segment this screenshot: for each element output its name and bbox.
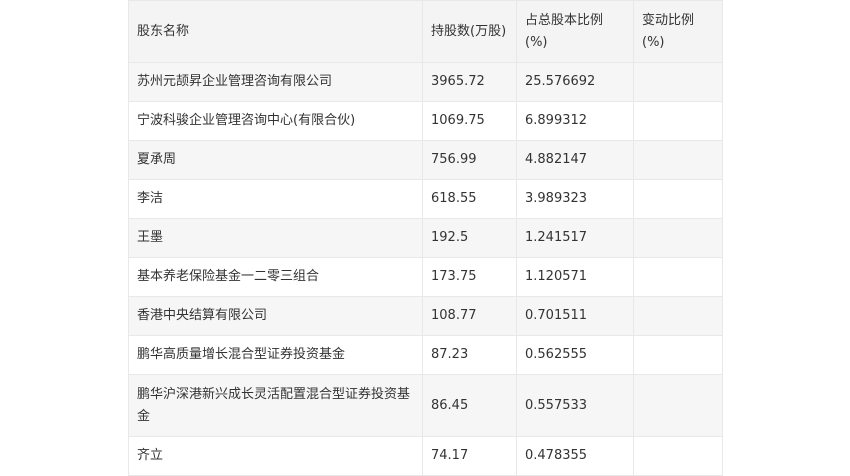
holder-ratio: 4.882147: [516, 140, 634, 180]
holder-shares: 74.17: [422, 436, 517, 476]
table-row: 王墨 192.5 1.241517: [128, 218, 723, 258]
holder-change: [633, 218, 723, 258]
holder-name: 齐立: [128, 436, 423, 476]
table-row: 苏州元颉昇企业管理咨询有限公司 3965.72 25.576692: [128, 62, 723, 102]
holder-change: [633, 62, 723, 102]
holder-name: 夏承周: [128, 140, 423, 180]
holder-name: 鹏华高质量增长混合型证券投资基金: [128, 335, 423, 375]
holder-ratio: 1.120571: [516, 257, 634, 297]
holder-change: [633, 101, 723, 141]
holder-shares: 618.55: [422, 179, 517, 219]
table-row: 基本养老保险基金一二零三组合 173.75 1.120571: [128, 257, 723, 297]
header-change: 变动比例(%): [633, 0, 723, 63]
header-ratio: 占总股本比例(%): [516, 0, 634, 63]
header-shares: 持股数(万股): [422, 0, 517, 63]
holder-shares: 756.99: [422, 140, 517, 180]
holder-ratio: 0.562555: [516, 335, 634, 375]
holder-ratio: 0.557533: [516, 374, 634, 437]
holder-ratio: 0.478355: [516, 436, 634, 476]
holder-change: [633, 335, 723, 375]
holder-name: 王墨: [128, 218, 423, 258]
holder-change: [633, 436, 723, 476]
holder-shares: 173.75: [422, 257, 517, 297]
table-row: 宁波科骏企业管理咨询中心(有限合伙) 1069.75 6.899312: [128, 101, 723, 141]
holder-shares: 1069.75: [422, 101, 517, 141]
holder-change: [633, 296, 723, 336]
holder-name: 苏州元颉昇企业管理咨询有限公司: [128, 62, 423, 102]
holder-shares: 108.77: [422, 296, 517, 336]
holder-name: 李洁: [128, 179, 423, 219]
holder-change: [633, 179, 723, 219]
header-holder-name: 股东名称: [128, 0, 423, 63]
holder-name: 基本养老保险基金一二零三组合: [128, 257, 423, 297]
table-row: 鹏华沪深港新兴成长灵活配置混合型证券投资基金 86.45 0.557533: [128, 374, 723, 437]
holder-name: 宁波科骏企业管理咨询中心(有限合伙): [128, 101, 423, 141]
holder-change: [633, 140, 723, 180]
holder-ratio: 1.241517: [516, 218, 634, 258]
table-row: 夏承周 756.99 4.882147: [128, 140, 723, 180]
table-row: 李洁 618.55 3.989323: [128, 179, 723, 219]
table-row: 鹏华高质量增长混合型证券投资基金 87.23 0.562555: [128, 335, 723, 375]
holder-ratio: 6.899312: [516, 101, 634, 141]
holder-ratio: 25.576692: [516, 62, 634, 102]
shareholders-table: 股东名称 持股数(万股) 占总股本比例(%) 变动比例(%) 苏州元颉昇企业管理…: [128, 0, 723, 476]
holder-shares: 87.23: [422, 335, 517, 375]
holder-shares: 3965.72: [422, 62, 517, 102]
table-row: 齐立 74.17 0.478355: [128, 436, 723, 476]
holder-shares: 192.5: [422, 218, 517, 258]
holder-name: 香港中央结算有限公司: [128, 296, 423, 336]
holder-name: 鹏华沪深港新兴成长灵活配置混合型证券投资基金: [128, 374, 423, 437]
holder-change: [633, 374, 723, 437]
table-header-row: 股东名称 持股数(万股) 占总股本比例(%) 变动比例(%): [128, 0, 723, 63]
holder-shares: 86.45: [422, 374, 517, 437]
table-row: 香港中央结算有限公司 108.77 0.701511: [128, 296, 723, 336]
holder-ratio: 0.701511: [516, 296, 634, 336]
holder-change: [633, 257, 723, 297]
holder-ratio: 3.989323: [516, 179, 634, 219]
